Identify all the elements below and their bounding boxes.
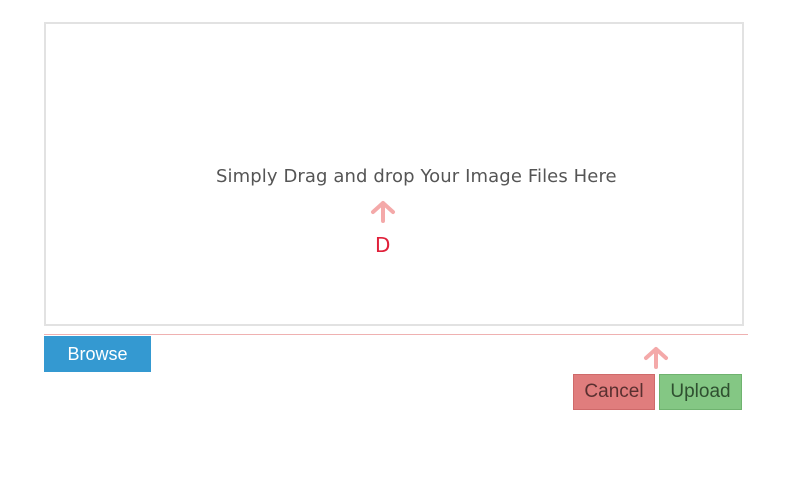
- cancel-button[interactable]: Cancel: [573, 374, 655, 410]
- upload-button[interactable]: Upload: [659, 374, 742, 410]
- annotation-marker: D: [375, 233, 391, 257]
- arrow-up-icon: [644, 347, 668, 369]
- divider: [44, 334, 748, 335]
- arrow-up-icon: [371, 201, 395, 223]
- upload-page: Simply Drag and drop Your Image Files He…: [0, 0, 792, 486]
- browse-button[interactable]: Browse: [44, 336, 151, 372]
- drop-zone-instruction: Simply Drag and drop Your Image Files He…: [216, 166, 617, 187]
